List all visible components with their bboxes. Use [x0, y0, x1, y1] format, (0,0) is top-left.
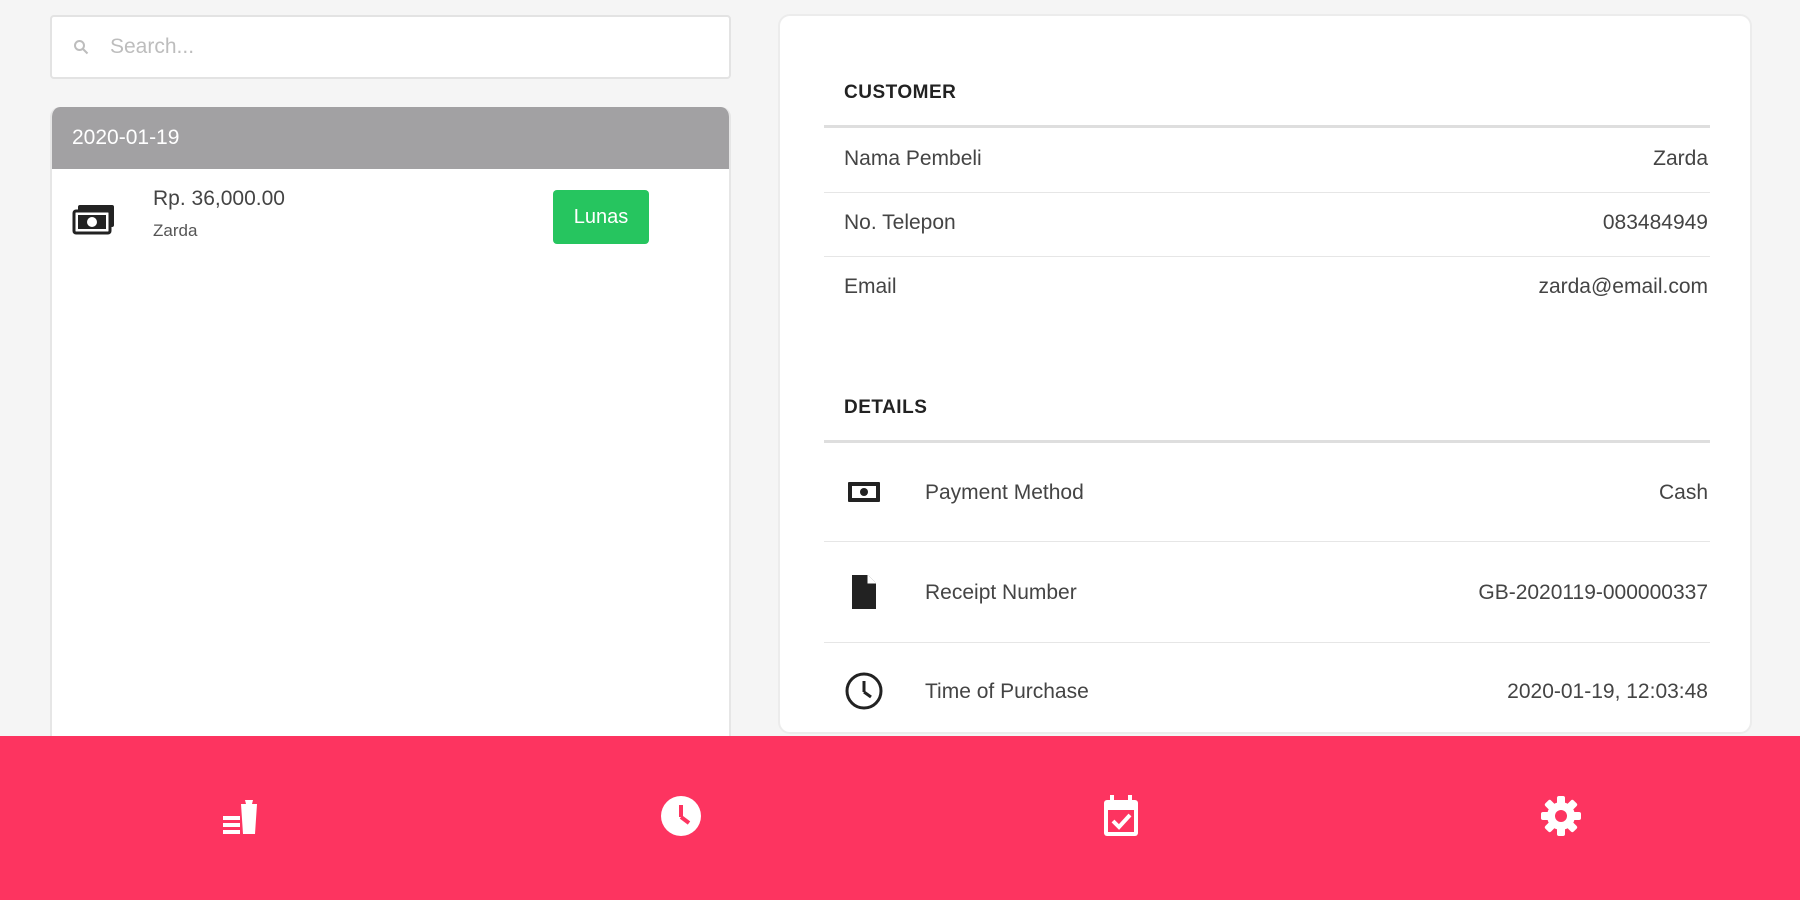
history-clock-icon — [660, 795, 702, 842]
calendar-check-icon — [1101, 794, 1141, 843]
search-box[interactable] — [50, 15, 731, 79]
clock-icon — [844, 671, 884, 711]
transaction-item[interactable]: Rp. 36,000.00 Zarda Lunas — [52, 169, 729, 259]
customer-section-title: CUSTOMER — [844, 82, 957, 103]
details-section-title: DETAILS — [844, 397, 928, 418]
customer-name-value: Zarda — [1653, 147, 1708, 170]
row-divider — [824, 541, 1710, 542]
receipt-number-label: Receipt Number — [925, 581, 1077, 604]
row-divider — [824, 642, 1710, 643]
nav-menu-button[interactable] — [215, 792, 267, 844]
date-group-header: 2020-01-19 — [52, 107, 729, 169]
search-icon — [72, 38, 90, 56]
customer-email-value: zarda@email.com — [1538, 275, 1708, 298]
food-drink-icon — [219, 796, 263, 841]
payment-method-value: Cash — [1658, 481, 1708, 504]
customer-email-label: Email — [844, 275, 897, 298]
receipt-icon — [844, 572, 884, 612]
customer-phone-label: No. Telepon — [844, 211, 956, 234]
bottom-navigation-bar — [0, 736, 1800, 900]
row-divider — [824, 256, 1710, 257]
customer-name-label: Nama Pembeli — [844, 147, 982, 170]
time-of-purchase-value: 2020-01-19, 12:03:48 — [1507, 680, 1708, 703]
status-badge-button[interactable]: Lunas — [553, 190, 649, 244]
money-icon — [72, 203, 116, 240]
transaction-amount: Rp. 36,000.00 — [153, 187, 285, 210]
nav-history-button[interactable] — [655, 792, 707, 844]
nav-settings-button[interactable] — [1535, 792, 1587, 844]
receipt-number-value: GB-2020119-000000337 — [1478, 581, 1708, 604]
transaction-detail-card: CUSTOMER Nama Pembeli Zarda No. Telepon … — [778, 14, 1752, 734]
transaction-screen: 2020-01-19 Rp. 36,000.00 Zarda Lunas CUS… — [0, 0, 1800, 900]
cash-icon — [844, 472, 884, 512]
customer-phone-value: 083484949 — [1602, 211, 1708, 234]
time-of-purchase-label: Time of Purchase — [925, 680, 1089, 703]
settings-gear-icon — [1540, 795, 1582, 842]
section-divider — [824, 440, 1710, 443]
transaction-customer-name: Zarda — [153, 221, 198, 240]
date-group-label: 2020-01-19 — [72, 126, 180, 149]
transaction-list: 2020-01-19 Rp. 36,000.00 Zarda Lunas — [50, 107, 731, 752]
payment-method-label: Payment Method — [925, 481, 1084, 504]
row-divider — [824, 192, 1710, 193]
search-input[interactable] — [110, 35, 670, 59]
section-divider — [824, 125, 1710, 128]
nav-calendar-button[interactable] — [1095, 792, 1147, 844]
transaction-list-panel: 2020-01-19 Rp. 36,000.00 Zarda Lunas — [50, 15, 731, 752]
